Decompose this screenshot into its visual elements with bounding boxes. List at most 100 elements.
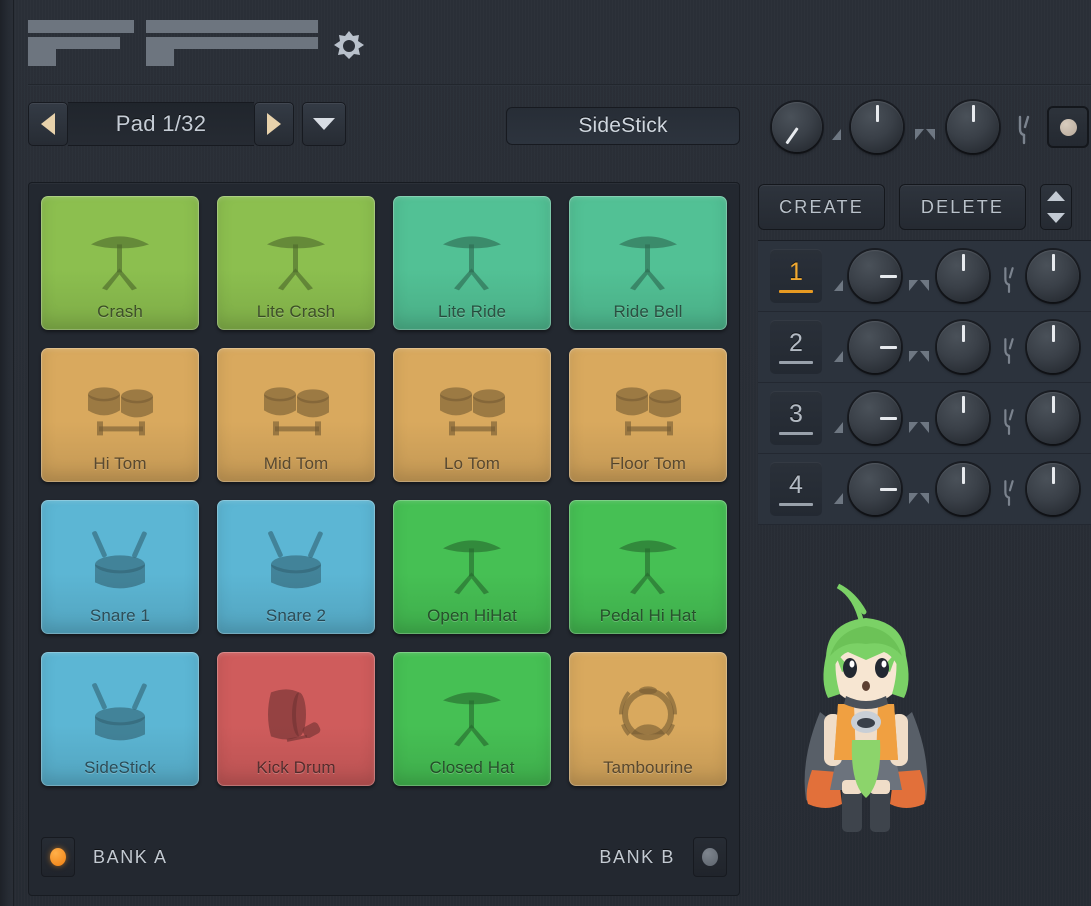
- pad-closed-hat[interactable]: Closed Hat: [393, 652, 551, 786]
- layer-pitch-knob[interactable]: [1027, 463, 1079, 515]
- tuning-fork-icon: [999, 337, 1021, 367]
- pad-grid: Crash Lite Crash Lite Ride Ride Bell Hi …: [41, 196, 727, 786]
- triangle-pair-icon: [909, 279, 929, 291]
- selected-pad-name-display[interactable]: SideStick: [506, 107, 740, 145]
- tuning-fork-icon: [999, 266, 1021, 296]
- pad-dropdown-button[interactable]: [302, 102, 346, 146]
- pad-pedal-hi-hat[interactable]: Pedal Hi Hat: [569, 500, 727, 634]
- layer-list: 1 2 3 4: [758, 240, 1091, 525]
- triangle-pair-icon: [909, 421, 929, 433]
- tom-icon: [609, 374, 687, 444]
- pad-label: Floor Tom: [609, 454, 687, 473]
- bank-b-led: [702, 848, 718, 866]
- tuning-fork-icon: [999, 408, 1021, 438]
- layer-number: 1: [789, 257, 803, 286]
- cymbal-icon: [433, 526, 511, 596]
- link-button[interactable]: [1047, 106, 1089, 148]
- pad-label: Lite Crash: [256, 302, 336, 321]
- pad-lite-crash[interactable]: Lite Crash: [217, 196, 375, 330]
- pad-kick-drum[interactable]: Kick Drum: [217, 652, 375, 786]
- triangle-pair-icon: [909, 350, 929, 362]
- triangle-pair-icon: [915, 128, 935, 140]
- pad-ride-bell[interactable]: Ride Bell: [569, 196, 727, 330]
- knob-indicator: [880, 345, 897, 349]
- layer-pan-knob[interactable]: [849, 463, 901, 515]
- pad-lo-tom[interactable]: Lo Tom: [393, 348, 551, 482]
- tom-icon: [433, 374, 511, 444]
- pad-label: Snare 1: [89, 606, 151, 625]
- pad-floor-tom[interactable]: Floor Tom: [569, 348, 727, 482]
- layer-volume-knob[interactable]: [937, 321, 989, 373]
- triangle-down-icon[interactable]: [1047, 213, 1065, 223]
- next-pad-button[interactable]: [254, 102, 294, 146]
- layer-select-3[interactable]: 3: [770, 391, 822, 445]
- pad-lite-ride[interactable]: Lite Ride: [393, 196, 551, 330]
- pad-snare-2[interactable]: Snare 2: [217, 500, 375, 634]
- layer-number: 2: [789, 328, 803, 357]
- pad-label: Open HiHat: [427, 606, 517, 625]
- pad-mid-tom[interactable]: Mid Tom: [217, 348, 375, 482]
- layer-select-2[interactable]: 2: [770, 320, 822, 374]
- cymbal-icon: [433, 678, 511, 748]
- layer-row[interactable]: 2: [758, 312, 1091, 383]
- pad-label: Closed Hat: [429, 758, 515, 777]
- layer-spinner[interactable]: [1040, 184, 1072, 230]
- tambourine-icon: [609, 678, 687, 748]
- layer-row[interactable]: 1: [758, 241, 1091, 312]
- pad-hi-tom[interactable]: Hi Tom: [41, 348, 199, 482]
- header-divider: [28, 84, 1091, 86]
- triangle-pair-icon: [909, 492, 929, 504]
- volume-knob[interactable]: [851, 101, 903, 153]
- knob-indicator: [1051, 467, 1055, 484]
- pad-label: Hi Tom: [93, 454, 147, 473]
- pad-label: SideStick: [84, 758, 156, 777]
- triangle-small-icon: [834, 492, 843, 504]
- bank-a-button[interactable]: [41, 837, 75, 877]
- pad-crash[interactable]: Crash: [41, 196, 199, 330]
- layer-pitch-knob[interactable]: [1027, 321, 1079, 373]
- knob-indicator: [971, 105, 975, 122]
- knob-indicator: [961, 254, 965, 271]
- tuning-fork-icon: [999, 479, 1021, 509]
- knob-indicator: [961, 396, 965, 413]
- triangle-up-icon[interactable]: [1047, 191, 1065, 201]
- snare-icon: [81, 526, 159, 596]
- tuning-fork-icon: [1013, 115, 1035, 145]
- pad-tambourine[interactable]: Tambourine: [569, 652, 727, 786]
- layer-actions: CREATE DELETE: [758, 184, 1072, 230]
- pad-open-hihat[interactable]: Open HiHat: [393, 500, 551, 634]
- pan-knob[interactable]: [772, 102, 822, 152]
- pad-label: Crash: [97, 302, 143, 321]
- layer-pitch-knob[interactable]: [1027, 250, 1079, 302]
- prev-pad-button[interactable]: [28, 102, 68, 146]
- layer-select-1[interactable]: 1: [770, 249, 822, 303]
- bank-a-led: [50, 848, 66, 866]
- layer-pan-knob[interactable]: [849, 392, 901, 444]
- triangle-left-icon: [41, 113, 55, 135]
- delete-layer-button[interactable]: DELETE: [899, 184, 1026, 230]
- gear-icon[interactable]: [330, 28, 368, 66]
- layer-select-4[interactable]: 4: [770, 462, 822, 516]
- left-rail: [0, 0, 14, 906]
- layer-volume-knob[interactable]: [937, 392, 989, 444]
- layer-row[interactable]: 4: [758, 454, 1091, 525]
- pad-snare-1[interactable]: Snare 1: [41, 500, 199, 634]
- layer-pan-knob[interactable]: [849, 250, 901, 302]
- layer-volume-knob[interactable]: [937, 463, 989, 515]
- layer-volume-knob[interactable]: [937, 250, 989, 302]
- knob-indicator: [1051, 325, 1055, 342]
- bank-b-button[interactable]: [693, 837, 727, 877]
- pad-label: Mid Tom: [263, 454, 329, 473]
- pad-label: Pedal Hi Hat: [599, 606, 697, 625]
- layer-row[interactable]: 3: [758, 383, 1091, 454]
- knob-indicator: [1051, 254, 1055, 271]
- knob-indicator: [961, 467, 965, 484]
- create-layer-button[interactable]: CREATE: [758, 184, 885, 230]
- triangle-small-icon: [834, 421, 843, 433]
- pad-sidestick[interactable]: SideStick: [41, 652, 199, 786]
- layer-pan-knob[interactable]: [849, 321, 901, 373]
- top-knob-strip: [772, 98, 1089, 156]
- pitch-knob[interactable]: [947, 101, 999, 153]
- pad-readout[interactable]: Pad 1/32: [68, 102, 254, 146]
- layer-pitch-knob[interactable]: [1027, 392, 1079, 444]
